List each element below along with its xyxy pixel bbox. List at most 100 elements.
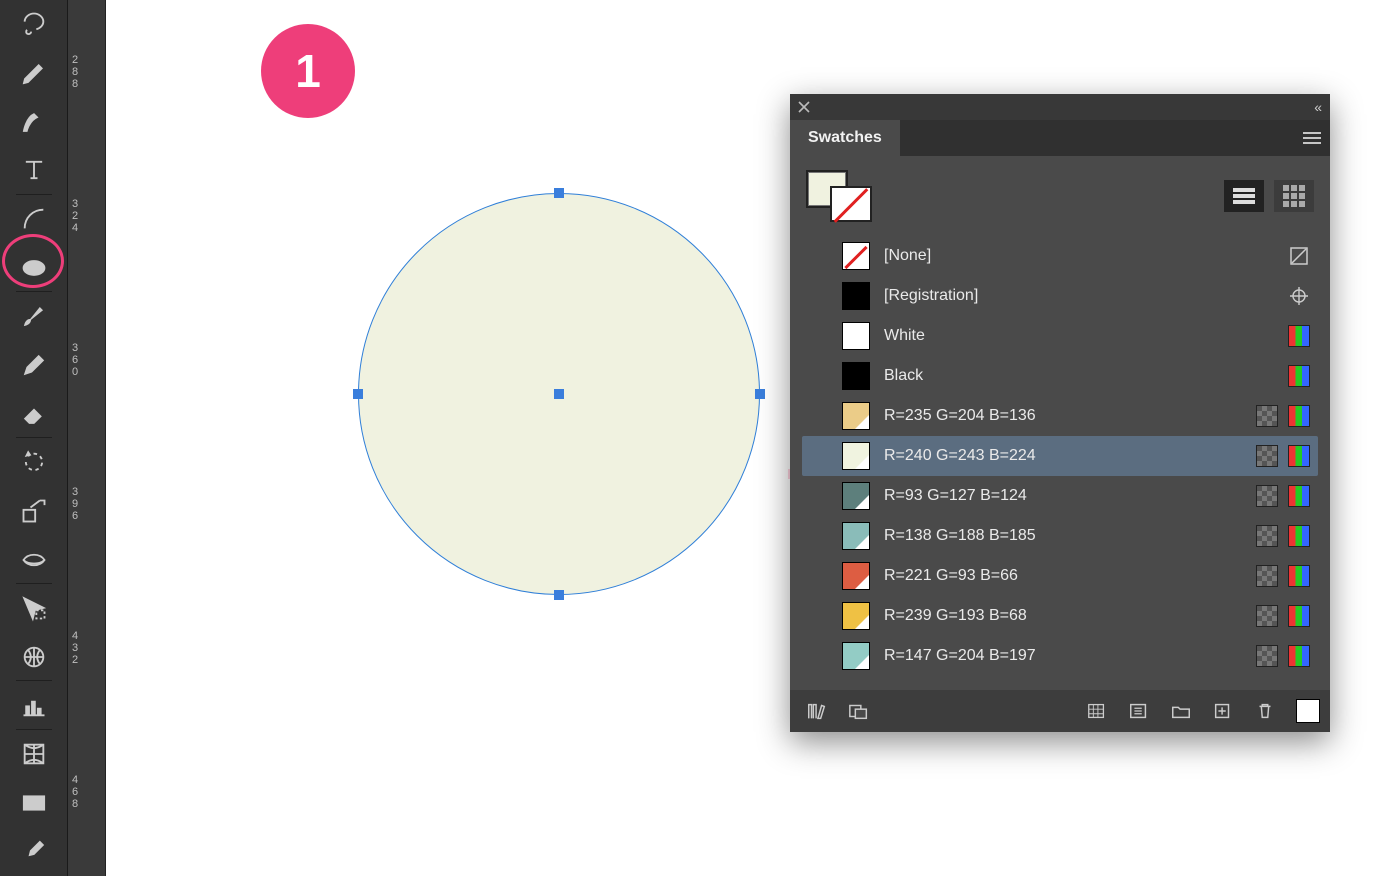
global-color-indicator-icon [1256,645,1278,667]
app-toolbar [0,0,68,876]
swatch-name: R=138 G=188 B=185 [884,527,1256,545]
global-color-indicator-icon [1256,565,1278,587]
free-transform-tool-icon[interactable] [8,587,60,630]
paintbrush-tool-icon[interactable] [8,295,60,338]
width-tool-icon[interactable] [8,538,60,581]
swatch-chip [842,522,870,550]
swatch-indicators [1256,485,1310,507]
swatch-chip [842,602,870,630]
selection-handle-bottom[interactable] [554,590,564,600]
selected-shape-bounds[interactable] [358,193,760,595]
list-view-button[interactable] [1224,180,1264,212]
swatch-row[interactable]: R=93 G=127 B=124 [802,476,1318,516]
pencil-tool-icon[interactable] [8,344,60,387]
swatch-indicators [1288,245,1310,267]
swatch-indicators [1288,325,1310,347]
new-swatch-button[interactable] [1206,697,1240,725]
rgb-mode-indicator-icon [1288,405,1310,427]
none-indicator-icon [1288,245,1310,267]
panel-footer [790,690,1330,732]
swatch-chip [842,562,870,590]
swatch-row[interactable]: R=240 G=243 B=224 [802,436,1318,476]
global-color-indicator-icon [1256,445,1278,467]
ruler-mark: 468 [72,774,78,810]
selection-handle-left[interactable] [353,389,363,399]
eyedropper-tool-icon[interactable] [8,830,60,873]
swatch-row[interactable]: Black [802,356,1318,396]
step-number: 1 [295,44,321,98]
scale-tool-icon[interactable] [8,490,60,533]
swatch-chip [842,482,870,510]
tab-swatches-label: Swatches [808,129,882,147]
type-tool-icon[interactable] [8,149,60,192]
swatch-row[interactable]: R=239 G=193 B=68 [802,596,1318,636]
step-badge: 1 [261,24,355,118]
swatch-name: [Registration] [884,287,1288,305]
rgb-mode-indicator-icon [1288,445,1310,467]
swatch-row[interactable]: R=138 G=188 B=185 [802,516,1318,556]
swatch-name: White [884,327,1288,345]
swatch-indicators [1256,405,1310,427]
column-graph-tool-icon[interactable] [8,684,60,727]
rgb-mode-indicator-icon [1288,325,1310,347]
swatch-row[interactable]: R=147 G=204 B=197 [802,636,1318,676]
ellipse-tool-icon[interactable] [8,246,60,289]
close-icon[interactable] [798,101,810,113]
swatch-row[interactable]: [Registration] [802,276,1318,316]
show-swatch-kinds-icon[interactable] [842,697,876,725]
panel-controls-row [790,156,1330,232]
lasso-tool-icon[interactable] [8,3,60,46]
swatch-indicators [1256,605,1310,627]
swatch-name: R=240 G=243 B=224 [884,447,1256,465]
swatch-row[interactable]: R=221 G=93 B=66 [802,556,1318,596]
swatch-name: R=239 G=193 B=68 [884,607,1256,625]
swatch-row[interactable]: [None] [802,236,1318,276]
selection-handle-top[interactable] [554,188,564,198]
perspective-grid-tool-icon[interactable] [8,636,60,679]
grid-view-button[interactable] [1274,180,1314,212]
rgb-mode-indicator-icon [1288,565,1310,587]
panel-tabs: Swatches [790,120,1330,156]
pen-tool-icon[interactable] [8,52,60,95]
folder-icon[interactable] [1164,697,1198,725]
eraser-tool-icon[interactable] [8,392,60,435]
rgb-mode-indicator-icon [1288,365,1310,387]
rgb-mode-indicator-icon [1288,525,1310,547]
delete-swatch-button[interactable] [1248,697,1282,725]
swatch-list: [None] [Registration] White Black R=235 G=20… [790,232,1330,690]
swatch-chip [842,402,870,430]
tab-swatches[interactable]: Swatches [790,120,901,156]
mesh-tool-icon[interactable] [8,733,60,776]
swatch-indicators [1288,285,1310,307]
swatch-row[interactable]: R=235 G=204 B=136 [802,396,1318,436]
swatch-name: Black [884,367,1288,385]
panel-menu-icon[interactable] [1294,120,1330,156]
ruler-mark: 396 [72,486,78,522]
global-color-indicator-icon [1256,525,1278,547]
collapse-icon[interactable]: « [1314,99,1322,115]
rotate-tool-icon[interactable] [8,441,60,484]
swatch-chip [842,282,870,310]
vertical-ruler: 288324360396432468 [68,0,106,876]
stroke-swatch[interactable] [830,186,872,222]
new-color-group-button[interactable] [1122,697,1156,725]
ruler-mark: 288 [72,54,78,90]
curvature-tool-icon[interactable] [8,100,60,143]
swatch-row[interactable]: White [802,316,1318,356]
ruler-mark: 432 [72,630,78,666]
swatch-libraries-icon[interactable] [800,697,834,725]
fill-stroke-indicator[interactable] [806,170,870,222]
swatch-name: R=93 G=127 B=124 [884,487,1256,505]
swatch-indicators [1288,365,1310,387]
arc-tool-icon[interactable] [8,198,60,241]
selection-handle-right[interactable] [755,389,765,399]
panel-titlebar[interactable]: « [790,94,1330,120]
swatch-name: R=235 G=204 B=136 [884,407,1256,425]
selection-handle-center[interactable] [554,389,564,399]
global-color-indicator-icon [1256,485,1278,507]
swatch-options-icon[interactable] [1080,697,1114,725]
gradient-tool-icon[interactable] [8,782,60,825]
current-color-chip[interactable] [1296,699,1320,723]
global-color-indicator-icon [1256,405,1278,427]
swatches-panel: « Swatches [None] [Registration] White Blac… [790,94,1330,732]
